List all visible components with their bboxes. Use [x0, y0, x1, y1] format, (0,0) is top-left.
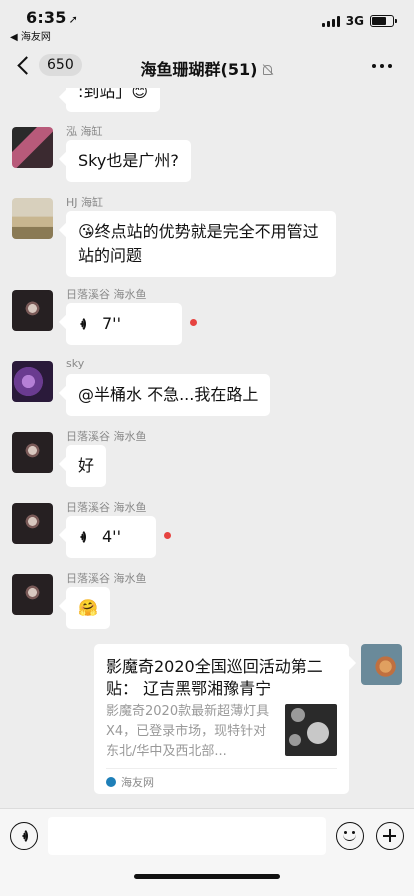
avatar[interactable]	[12, 361, 53, 402]
link-card-source: 海友网	[106, 768, 337, 790]
message-bubble[interactable]: 😘终点站的优势就是完全不用管过站的问题	[66, 211, 336, 277]
source-logo-icon	[106, 777, 116, 787]
sender-name: 日落溪谷 海水鱼	[66, 430, 147, 443]
emoji-smile	[343, 833, 356, 841]
home-indicator[interactable]	[134, 874, 280, 879]
sender-name: HJ 海缸	[66, 196, 104, 209]
message-bubble[interactable]: 好	[66, 445, 107, 487]
my-avatar[interactable]	[361, 644, 402, 685]
avatar[interactable]	[12, 503, 53, 544]
mute-icon	[261, 64, 273, 76]
message-text: 好	[78, 456, 95, 475]
unread-dot	[190, 319, 197, 326]
message-list[interactable]: :到站」😊 泓 海缸 Sky也是广州? HJ 海缸 😘终点站的优势就是完全不用管…	[0, 88, 414, 808]
message-input[interactable]	[48, 817, 326, 855]
message-bubble[interactable]: Sky也是广州?	[66, 140, 191, 182]
message-text: 🤗	[78, 598, 98, 617]
link-card-thumbnail	[285, 704, 337, 756]
avatar[interactable]	[12, 127, 53, 168]
source-name: 海友网	[121, 776, 154, 789]
back-to-app-link[interactable]: ◀ 海友网	[10, 28, 51, 43]
input-bar	[0, 808, 414, 896]
message-bubble[interactable]: 🤗	[66, 587, 110, 629]
voice-message[interactable]: 4''	[66, 516, 156, 558]
dot-icon	[372, 64, 376, 68]
time-text: 6:35	[26, 8, 67, 27]
message-bubble[interactable]: @半桶水 不急...我在路上	[66, 374, 271, 416]
dot-icon	[388, 64, 392, 68]
voice-wave-icon	[78, 316, 92, 332]
unread-dot	[164, 532, 171, 539]
sender-name: 日落溪谷 海水鱼	[66, 288, 147, 301]
voice-wave-icon	[20, 828, 34, 844]
sender-name: sky	[66, 357, 85, 370]
location-arrow-icon: ➚	[68, 13, 79, 26]
dot-icon	[380, 64, 384, 68]
status-time: 6:35 ➚	[26, 8, 78, 27]
voice-message[interactable]: 7''	[66, 303, 182, 345]
sender-name: 日落溪谷 海水鱼	[66, 572, 147, 585]
voice-duration: 7''	[102, 314, 121, 333]
message-text: :到站」😊	[78, 88, 149, 101]
voice-duration: 4''	[102, 527, 121, 546]
chat-header: 650 海鱼珊瑚群(51)	[0, 44, 414, 88]
message-text: @半桶水 不急...我在路上	[78, 385, 259, 404]
plus-icon	[389, 829, 391, 842]
signal-icon	[321, 15, 340, 27]
add-attachment-button[interactable]	[376, 822, 404, 850]
avatar[interactable]	[12, 432, 53, 473]
more-options-button[interactable]	[372, 64, 392, 68]
status-indicators: 3G	[321, 14, 397, 28]
status-bar: 6:35 ➚ ◀ 海友网 3G	[0, 0, 414, 44]
link-card-description: 影魔奇2020款最新超薄灯具X4，已登录市场，现特针对东北/华中及西北部...	[106, 704, 270, 759]
avatar[interactable]	[12, 198, 53, 239]
message-text: 😘终点站的优势就是完全不用管过站的问题	[78, 222, 319, 265]
network-type: 3G	[345, 14, 364, 28]
emoji-button[interactable]	[336, 822, 364, 850]
battery-level	[372, 17, 386, 25]
avatar[interactable]	[12, 290, 53, 331]
battery-icon	[370, 15, 397, 27]
sender-name: 日落溪谷 海水鱼	[66, 501, 147, 514]
message-text: Sky也是广州?	[78, 151, 179, 170]
link-card-title: 影魔奇2020全国巡回活动第二贴： 辽吉黑鄂湘豫青宁	[106, 657, 323, 698]
voice-wave-icon	[78, 529, 92, 545]
avatar[interactable]	[12, 574, 53, 615]
chat-title: 海鱼珊瑚群(51)	[0, 56, 414, 80]
link-card[interactable]: 影魔奇2020全国巡回活动第二贴： 辽吉黑鄂湘豫青宁 影魔奇2020款最新超薄灯…	[94, 644, 349, 794]
message-bubble[interactable]: :到站」😊	[66, 88, 161, 112]
sender-name: 泓 海缸	[66, 125, 103, 138]
chat-title-text: 海鱼珊瑚群(51)	[140, 60, 258, 79]
voice-input-button[interactable]	[10, 822, 38, 850]
